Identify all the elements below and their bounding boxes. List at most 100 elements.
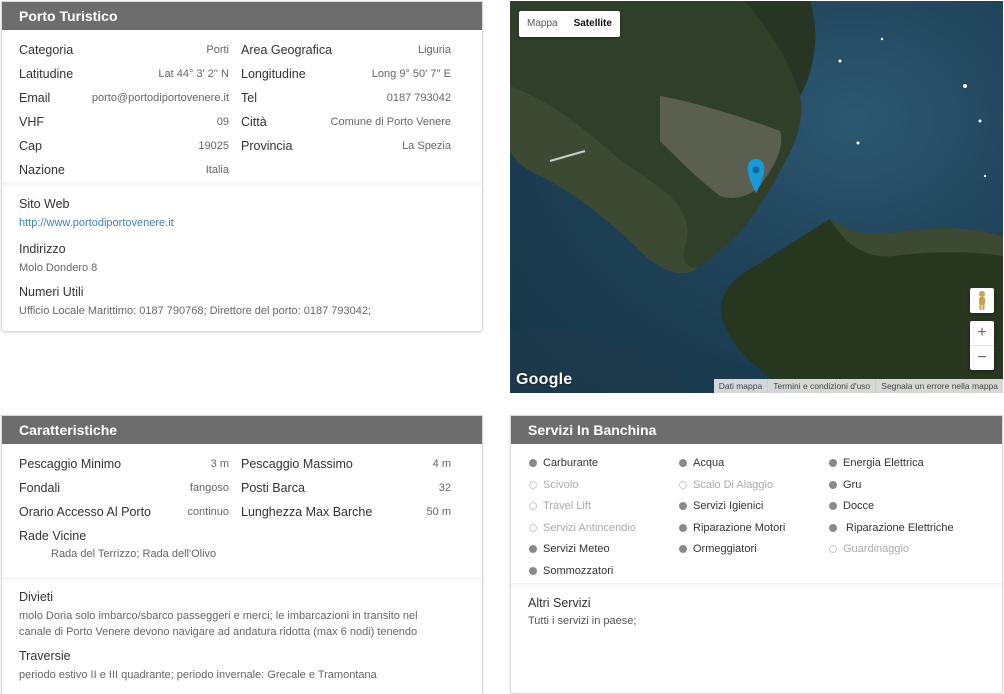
servizio-item: Gru	[829, 479, 861, 491]
servizio-label: Riparazione Elettriche	[843, 521, 954, 534]
caratt-field-row: Orario Accesso Al Porto continuo	[19, 505, 229, 521]
servizio-item: Scalo Di Alaggio	[679, 479, 773, 491]
altri-servizi-label: Altri Servizi	[528, 596, 591, 610]
street-view-pegman-icon[interactable]	[970, 288, 994, 313]
caratt-field-row: Pescaggio Massimo 4 m	[241, 457, 451, 473]
porto-field-label: Email	[19, 91, 51, 105]
caratt-field-row: Pescaggio Minimo 3 m	[19, 457, 229, 473]
satellite-imagery	[510, 1, 1003, 393]
servizio-label: Travel Lift	[543, 500, 591, 512]
caratt-field-value: continuo	[187, 506, 229, 518]
zoom-in-button[interactable]: +	[970, 321, 994, 345]
zoom-out-button[interactable]: −	[970, 346, 994, 370]
map-report-error-link[interactable]: Segnala un errore nella mappa	[875, 379, 1003, 393]
porto-field-value: 09	[216, 116, 229, 128]
section-separator	[2, 182, 482, 188]
servizi-title: Servizi In Banchina	[511, 416, 1002, 444]
servizio-item: Energia Elettrica	[829, 457, 924, 469]
caratt-field-value: 4 m	[432, 458, 451, 470]
available-dot-icon	[679, 459, 687, 467]
porto-field-value: La Spezia	[402, 140, 451, 152]
caratt-field-label: Pescaggio Massimo	[241, 457, 353, 471]
porto-field-label: Cap	[19, 139, 42, 153]
servizio-label: Gru	[843, 478, 862, 491]
porto-field-row: Area Geografica Liguria	[241, 43, 451, 59]
porto-field-value: 19025	[198, 140, 229, 152]
porto-field-label: VHF	[19, 115, 44, 129]
porto-field-row: Città Comune di Porto Venere	[241, 115, 451, 131]
rade-vicine-label: Rade Vicine	[19, 529, 87, 543]
servizio-item: Guardinaggio	[829, 543, 909, 555]
altri-servizi-value: Tutti i servizi in paese;	[528, 615, 637, 627]
servizio-label: Guardinaggio	[843, 543, 910, 555]
numeri-utili-value: Ufficio Locale Marittimo: 0187 790768; D…	[19, 305, 372, 317]
porto-field-row: Categoria Porti	[19, 43, 229, 59]
available-dot-icon	[829, 480, 837, 489]
servizio-item: Servizi Igienici	[679, 500, 763, 512]
porto-field-value: Comune di Porto Venere	[330, 116, 451, 128]
caratt-field-value: 50 m	[426, 506, 451, 518]
servizio-label: Docce	[843, 500, 875, 512]
caratt-field-label: Orario Accesso Al Porto	[19, 505, 152, 519]
servizio-label: Ormeggiatori	[693, 543, 757, 555]
numeri-utili-label: Numeri Utili	[19, 285, 84, 299]
porto-field-value: Liguria	[417, 44, 451, 56]
porto-field-label: Longitudine	[241, 67, 306, 81]
servizio-label: Servizi Igienici	[693, 500, 764, 512]
map-type-switch: Mappa Satellite	[519, 11, 620, 37]
available-dot-icon	[529, 566, 537, 575]
caratt-field-label: Fondali	[19, 481, 60, 495]
servizio-label: Carburante	[543, 457, 599, 469]
unavailable-dot-icon	[529, 523, 537, 532]
servizi-banchina-panel: Servizi In Banchina Altri Servizi Tutti …	[510, 415, 1003, 694]
traversie-value: periodo estivo II e III quadrante; perio…	[19, 669, 377, 681]
divieti-line-1: molo Doria solo imbarco/sbarco passegger…	[19, 610, 418, 622]
caratt-field-label: Lunghezza Max Barche	[241, 505, 373, 519]
traversie-label: Traversie	[19, 649, 71, 663]
map-type-satellite-button[interactable]: Satellite	[566, 11, 620, 37]
servizio-item: Travel Lift	[529, 500, 591, 512]
map-terms-link[interactable]: Termini e condizioni d'uso	[767, 379, 875, 393]
porto-field-label: Categoria	[19, 43, 74, 57]
porto-field-row: Tel 0187 793042	[241, 91, 451, 107]
section-separator	[511, 583, 1002, 589]
porto-field-row: Longitudine Long 9° 50' 7'' E	[241, 67, 451, 83]
satellite-map[interactable]: Mappa Satellite + − Google Dati mappa Te…	[510, 1, 1003, 393]
caratt-field-row: Posti Barca 32	[241, 481, 451, 497]
google-logo: Google	[516, 371, 573, 388]
caratteristiche-panel: Caratteristiche Rade Vicine Rada del Ter…	[1, 415, 483, 694]
servizio-item: Ormeggiatori	[679, 543, 757, 555]
porto-field-row: VHF 09	[19, 115, 229, 131]
servizio-item: Servizi Antincendio	[529, 522, 636, 534]
map-type-mappa-button[interactable]: Mappa	[519, 11, 566, 37]
servizio-item: Carburante	[529, 457, 598, 469]
servizio-item: Servizi Meteo	[529, 543, 610, 555]
caratt-field-value: 32	[438, 482, 451, 494]
map-data-link[interactable]: Dati mappa	[714, 379, 767, 393]
available-dot-icon	[829, 502, 837, 510]
rade-vicine-value: Rada del Terrizzo; Rada dell'Olivo	[51, 548, 217, 560]
servizio-item: Scivolo	[529, 479, 578, 491]
available-dot-icon	[529, 545, 537, 553]
unavailable-dot-icon	[529, 502, 537, 510]
porto-field-row: Provincia La Spezia	[241, 139, 451, 155]
porto-field-row: Nazione Italia	[19, 163, 229, 179]
porto-field-label: Latitudine	[19, 67, 74, 81]
sito-web-link[interactable]: http://www.portodiportovenere.it	[19, 217, 174, 229]
porto-field-label: Nazione	[19, 163, 65, 177]
servizio-label: Scalo Di Alaggio	[693, 478, 774, 491]
caratt-field-label: Posti Barca	[241, 481, 305, 495]
servizio-item: Riparazione Elettriche	[829, 522, 954, 534]
sito-web-label: Sito Web	[19, 197, 70, 211]
servizio-item: Sommozzatori	[529, 565, 613, 577]
porto-field-value: Porti	[206, 44, 229, 56]
available-dot-icon	[679, 502, 687, 510]
servizio-label: Sommozzatori	[543, 564, 614, 577]
servizio-item: Riparazione Motori	[679, 522, 785, 534]
unavailable-dot-icon	[829, 545, 837, 553]
servizio-item: Acqua	[679, 457, 724, 469]
servizio-label: Riparazione Motori	[693, 521, 786, 534]
available-dot-icon	[829, 523, 837, 532]
indirizzo-value: Molo Dondero 8	[19, 262, 98, 274]
servizio-label: Servizi Antincendio	[543, 521, 636, 534]
